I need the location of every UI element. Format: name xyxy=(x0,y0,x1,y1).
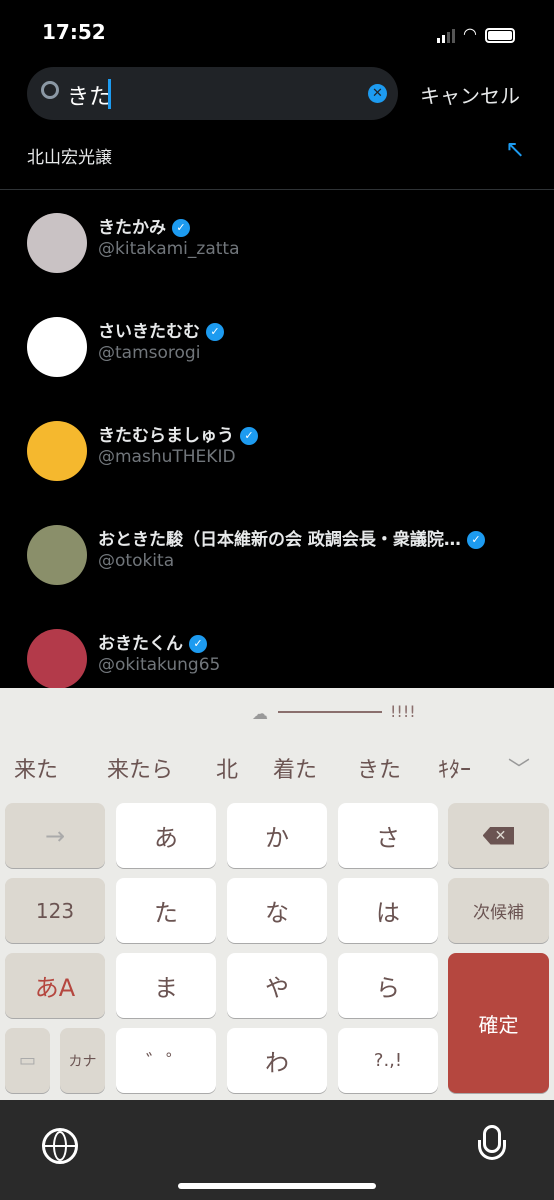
candidate[interactable]: ｷﾀｰ xyxy=(438,752,471,784)
verified-badge-icon: ✓ xyxy=(206,323,224,341)
clear-search-button[interactable]: ✕ xyxy=(368,84,387,103)
key-a[interactable]: あ xyxy=(116,803,216,868)
globe-icon[interactable] xyxy=(42,1128,78,1164)
key-ha[interactable]: は xyxy=(338,878,438,943)
user-handle: @mashuTHEKID xyxy=(98,447,236,467)
punctuation-key[interactable]: ?.,! xyxy=(338,1028,438,1093)
verified-badge-icon: ✓ xyxy=(466,531,485,549)
search-suggestion[interactable]: 北山宏光譲 ↖ xyxy=(0,123,554,190)
user-result[interactable]: さいきたむむ ✓ @tamsorogi xyxy=(0,317,554,421)
cancel-button[interactable]: キャンセル xyxy=(420,80,520,109)
user-result[interactable]: おときた駿（日本維新の会 政調会長・衆議院… ✓ @otokita xyxy=(0,525,554,629)
wifi-icon: ◠ xyxy=(463,24,477,43)
user-name: おきたくん ✓ xyxy=(98,629,207,654)
banner-text: !!!! xyxy=(390,702,416,721)
confirm-key[interactable]: 確定 xyxy=(448,953,549,1093)
microphone-stand xyxy=(478,1140,506,1160)
avatar xyxy=(27,317,87,377)
user-name-text: きたむらましゅう xyxy=(98,426,234,446)
key-ma[interactable]: ま xyxy=(116,953,216,1018)
candidate[interactable]: きた xyxy=(357,752,401,784)
delete-icon: ✕ xyxy=(482,826,515,845)
user-name-text: おときた駿（日本維新の会 政調会長・衆議院… xyxy=(98,530,461,550)
search-input[interactable]: きた xyxy=(27,67,398,120)
user-handle: @otokita xyxy=(98,551,175,571)
keyboard: ☁ !!!! 来た 来たら 北 着た きた ｷﾀｰ ﹀ → あ か さ ✕ 12… xyxy=(0,688,554,1100)
candidate[interactable]: 来た xyxy=(14,752,58,784)
expand-candidates-icon[interactable]: ﹀ xyxy=(508,752,530,784)
status-time: 17:52 xyxy=(42,20,106,44)
key-ka[interactable]: か xyxy=(227,803,327,868)
key-ya[interactable]: や xyxy=(227,953,327,1018)
key-ra[interactable]: ら xyxy=(338,953,438,1018)
user-name-text: さいきたむむ xyxy=(98,322,200,342)
user-name-text: おきたくん xyxy=(98,634,183,654)
verified-badge-icon: ✓ xyxy=(172,219,190,237)
kana-key[interactable]: カナ xyxy=(60,1028,105,1093)
key-ta[interactable]: た xyxy=(116,878,216,943)
text-cursor xyxy=(108,79,111,109)
candidate[interactable]: 着た xyxy=(273,752,317,784)
user-handle: @kitakami_zatta xyxy=(98,239,240,259)
verified-badge-icon: ✓ xyxy=(240,427,258,445)
status-icons: ◠ xyxy=(437,24,515,43)
user-handle: @okitakung65 xyxy=(98,655,221,675)
dakuten-key[interactable]: ゛゜ xyxy=(116,1028,216,1093)
suggestion-text: 北山宏光譲 xyxy=(27,148,112,168)
number-key[interactable]: 123 xyxy=(5,878,105,943)
search-icon xyxy=(41,81,59,99)
user-name-text: きたかみ xyxy=(98,218,166,238)
user-result[interactable]: きたかみ ✓ @kitakami_zatta xyxy=(0,213,554,317)
avatar xyxy=(27,629,87,689)
home-indicator[interactable] xyxy=(178,1183,376,1189)
battery-icon xyxy=(484,28,515,43)
comment-icon: ▭ xyxy=(18,1050,36,1071)
candidate[interactable]: 来たら xyxy=(107,752,173,784)
avatar xyxy=(27,525,87,585)
user-name: きたかみ ✓ xyxy=(98,213,190,238)
avatar xyxy=(27,213,87,273)
key-wa[interactable]: わ xyxy=(227,1028,327,1093)
input-mode-key[interactable]: あA xyxy=(5,953,105,1018)
user-handle: @tamsorogi xyxy=(98,343,201,363)
keyboard-banner: !!!! xyxy=(278,702,416,721)
user-name: さいきたむむ ✓ xyxy=(98,317,224,342)
cloud-icon: ☁ xyxy=(252,704,268,723)
candidate[interactable]: 北 xyxy=(216,752,238,784)
next-candidate-key[interactable]: 次候補 xyxy=(448,878,549,943)
avatar xyxy=(27,421,87,481)
key-na[interactable]: な xyxy=(227,878,327,943)
user-name: おときた駿（日本維新の会 政調会長・衆議院… ✓ xyxy=(98,525,485,550)
key-sa[interactable]: さ xyxy=(338,803,438,868)
search-query[interactable]: きた xyxy=(67,79,111,111)
verified-badge-icon: ✓ xyxy=(189,635,207,653)
arrow-key[interactable]: → xyxy=(5,803,105,868)
user-name: きたむらましゅう ✓ xyxy=(98,421,258,446)
emoji-comment-key[interactable]: ▭ xyxy=(5,1028,50,1093)
arrow-up-left-icon[interactable]: ↖ xyxy=(505,135,525,163)
signal-icon xyxy=(437,29,455,43)
delete-key[interactable]: ✕ xyxy=(448,803,549,868)
user-result[interactable]: きたむらましゅう ✓ @mashuTHEKID xyxy=(0,421,554,525)
